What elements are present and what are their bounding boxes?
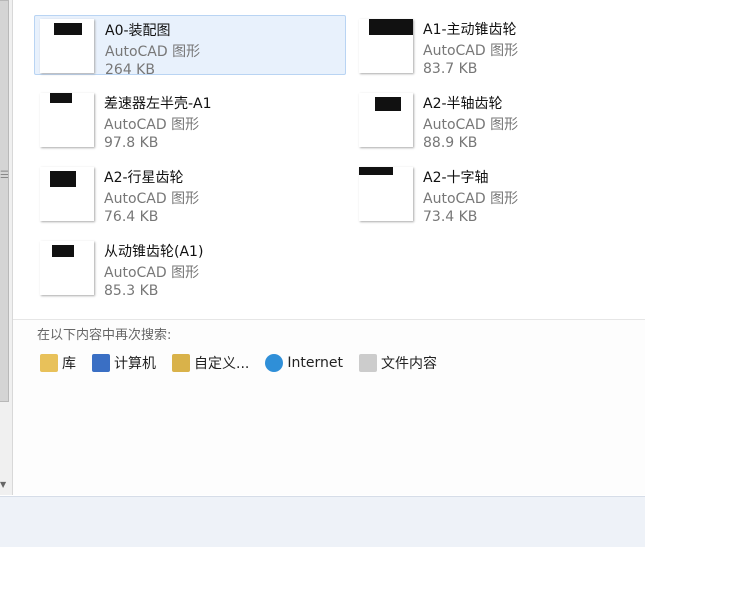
drawing-preview [50,171,76,187]
file-name: 从动锥齿轮(A1) [104,244,204,260]
details-pane [0,496,645,547]
file-size: 76.4 KB [104,209,159,225]
file-type: AutoCAD 图形 [104,191,200,207]
file-name: 差速器左半壳-A1 [104,96,212,112]
file-name: A1-主动锥齿轮 [423,22,517,38]
results-list: A0-装配图 AutoCAD 图形 264 KB A1-主动锥齿轮 AutoCA… [13,0,645,320]
file-type: AutoCAD 图形 [423,43,519,59]
link-label: 文件内容 [380,356,437,372]
file-item[interactable]: A2-半轴齿轮 AutoCAD 图形 88.9 KB [353,89,665,151]
search-results-pane: A0-装配图 AutoCAD 图形 264 KB A1-主动锥齿轮 AutoCA… [13,0,645,495]
dwg-thumbnail [359,167,413,221]
dwg-thumbnail [40,93,94,147]
link-label: 自定义... [194,356,250,372]
file-size: 83.7 KB [423,61,478,77]
computer-icon [92,354,110,372]
file-size: 85.3 KB [104,283,159,299]
file-size: 88.9 KB [423,135,478,151]
internet-icon [265,354,284,372]
search-location-link[interactable]: 自定义... [172,353,249,373]
search-again-label: 在以下内容中再次搜索: [37,328,172,343]
file-type: AutoCAD 图形 [423,117,519,133]
link-label: Internet [287,355,343,371]
file-size: 73.4 KB [423,209,478,225]
drawing-preview [54,23,82,35]
dwg-thumbnail [359,93,413,147]
search-location-link[interactable]: 文件内容 [358,353,437,373]
file-type: AutoCAD 图形 [104,265,200,281]
drawing-preview [375,97,401,111]
file-item[interactable]: 差速器左半壳-A1 AutoCAD 图形 97.8 KB [34,89,346,151]
library-icon [40,354,58,372]
dwg-thumbnail [40,167,94,221]
scroll-down-arrow-icon[interactable]: ▼ [0,480,6,489]
dwg-thumbnail [40,241,94,295]
dwg-thumbnail [40,19,94,73]
file-name: A0-装配图 [105,23,171,39]
drawing-preview [369,19,413,35]
file-name: A2-行星齿轮 [104,170,184,186]
drawing-preview [50,93,72,103]
file-item[interactable]: A2-十字轴 AutoCAD 图形 73.4 KB [353,163,665,225]
link-label: 计算机 [114,356,156,372]
file-contents-icon [358,354,377,372]
file-item[interactable]: A0-装配图 AutoCAD 图形 264 KB [34,15,346,78]
dwg-thumbnail [359,19,413,73]
splitter-grip-icon[interactable]: ☰ [0,170,9,181]
drawing-preview [52,245,74,257]
file-type: AutoCAD 图形 [104,117,200,133]
search-again-links: 库 计算机 自定义... Internet 文件内容 [40,353,437,373]
file-type: AutoCAD 图形 [105,44,201,60]
file-name: A2-半轴齿轮 [423,96,503,112]
file-item[interactable]: A1-主动锥齿轮 AutoCAD 图形 83.7 KB [353,15,665,77]
file-type: AutoCAD 图形 [423,191,519,207]
scrollbar-thumb[interactable] [0,0,9,402]
file-item[interactable]: A2-行星齿轮 AutoCAD 图形 76.4 KB [34,163,346,225]
file-size: 97.8 KB [104,135,159,151]
link-label: 库 [62,356,76,372]
file-name: A2-十字轴 [423,170,489,186]
file-item[interactable]: 从动锥齿轮(A1) AutoCAD 图形 85.3 KB [34,237,346,299]
search-location-link[interactable]: Internet [265,353,343,373]
search-location-link[interactable]: 计算机 [92,353,156,373]
custom-folder-icon [172,354,190,372]
drawing-preview [359,167,393,175]
left-pane-scrollbar[interactable]: ☰ ▼ [0,0,13,495]
file-size: 264 KB [105,62,155,78]
search-location-link[interactable]: 库 [40,353,76,373]
